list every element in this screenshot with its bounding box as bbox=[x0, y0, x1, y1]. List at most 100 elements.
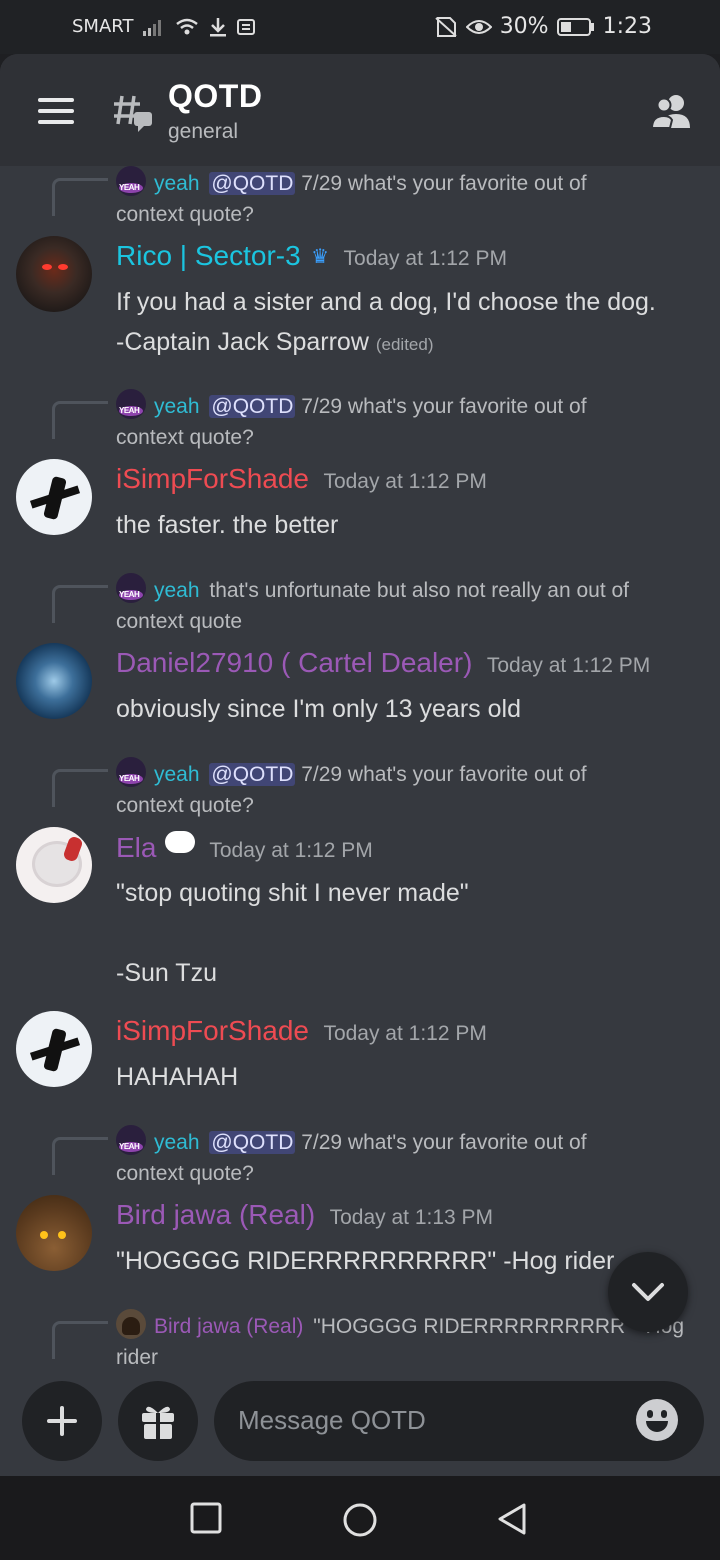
hamburger-icon[interactable] bbox=[38, 98, 74, 124]
message-header: iSimpForShade Today at 1:12 PM bbox=[116, 463, 487, 495]
add-attachment-button[interactable] bbox=[22, 1381, 102, 1461]
timestamp: Today at 1:12 PM bbox=[209, 839, 373, 862]
message-line: HAHAHAH bbox=[116, 1063, 239, 1091]
reply-author: yeah bbox=[154, 395, 200, 418]
username[interactable]: Daniel27910 ( Cartel Dealer) bbox=[116, 647, 472, 678]
back-icon[interactable] bbox=[496, 1502, 528, 1536]
emoji-icon[interactable] bbox=[636, 1399, 678, 1441]
plus-icon bbox=[47, 1406, 77, 1436]
battery-percent: 30% bbox=[499, 14, 549, 39]
message-line: If you had a sister and a dog, I'd choos… bbox=[116, 288, 656, 316]
avatar[interactable] bbox=[16, 459, 92, 535]
reply-avatar bbox=[116, 1309, 146, 1339]
reply-preview[interactable]: yeah @QOTD 7/29 what's your favorite out… bbox=[116, 166, 706, 230]
username[interactable]: Ela bbox=[116, 832, 156, 863]
gift-icon bbox=[142, 1406, 174, 1439]
status-left: SMART bbox=[72, 16, 256, 37]
message-composer: Message QOTD bbox=[0, 1376, 720, 1476]
thought-bubble-icon bbox=[164, 831, 195, 853]
carrier-label: SMART bbox=[72, 16, 134, 37]
avatar[interactable] bbox=[16, 643, 92, 719]
message-header: iSimpForShade Today at 1:12 PM bbox=[116, 1015, 487, 1047]
reply-text-cont: context quote? bbox=[116, 203, 254, 226]
reply-author: yeah bbox=[154, 172, 200, 195]
message-line: -Captain Jack Sparrow (edited) bbox=[116, 328, 434, 356]
app-window: QOTD general yeah @QOTD 7/29 what's your… bbox=[0, 54, 720, 1476]
message-content: "HOGGGG RIDERRRRRRRRRR" -Hog rider bbox=[116, 1241, 696, 1281]
battery-icon bbox=[556, 17, 594, 36]
reply-text-cont: context quote? bbox=[116, 794, 254, 817]
username[interactable]: iSimpForShade bbox=[116, 1015, 309, 1046]
reply-avatar bbox=[116, 166, 146, 196]
timestamp: Today at 1:12 PM bbox=[323, 1022, 487, 1045]
status-bar: SMART 30% 1:23 bbox=[0, 0, 720, 54]
channel-header: QOTD general bbox=[0, 54, 720, 166]
message-content: obviously since I'm only 13 years old bbox=[116, 689, 696, 729]
reply-text: 7/29 what's your favorite out of bbox=[301, 172, 587, 195]
username[interactable]: iSimpForShade bbox=[116, 463, 309, 494]
recent-apps-icon[interactable] bbox=[190, 1502, 222, 1534]
reply-avatar bbox=[116, 389, 146, 419]
system-nav-bar bbox=[0, 1476, 720, 1560]
wifi-icon bbox=[176, 18, 199, 34]
no-sim-icon bbox=[435, 16, 457, 37]
message-header: Ela Today at 1:12 PM bbox=[116, 831, 373, 864]
reply-author: Bird jawa (Real) bbox=[154, 1315, 304, 1338]
avatar[interactable] bbox=[16, 1195, 92, 1271]
crown-badge-icon: ♛ bbox=[311, 246, 330, 268]
channel-title: QOTD bbox=[168, 78, 263, 114]
reply-connector bbox=[52, 769, 108, 807]
reply-text-cont: context quote? bbox=[116, 1162, 254, 1185]
thread-icon bbox=[114, 95, 152, 132]
download-icon bbox=[210, 17, 227, 36]
channel-subtitle: general bbox=[168, 120, 239, 143]
reply-author: yeah bbox=[154, 763, 200, 786]
home-icon[interactable] bbox=[342, 1502, 378, 1538]
status-right: 30% 1:23 bbox=[434, 14, 652, 39]
reply-avatar bbox=[116, 757, 146, 787]
message-input[interactable]: Message QOTD bbox=[214, 1381, 704, 1461]
reply-preview[interactable]: yeah @QOTD 7/29 what's your favorite out… bbox=[116, 389, 706, 453]
gift-button[interactable] bbox=[118, 1381, 198, 1461]
reply-mention: @QOTD bbox=[209, 395, 296, 418]
message-line: the faster. the better bbox=[116, 511, 339, 539]
username[interactable]: Bird jawa (Real) bbox=[116, 1199, 315, 1230]
edited-label: (edited) bbox=[375, 335, 434, 354]
signal-icon bbox=[143, 19, 162, 36]
reply-preview[interactable]: yeah @QOTD 7/29 what's your favorite out… bbox=[116, 757, 706, 821]
reply-preview[interactable]: yeah @QOTD 7/29 what's your favorite out… bbox=[116, 1125, 706, 1189]
reply-preview[interactable]: yeah that's unfortunate but also not rea… bbox=[116, 573, 706, 637]
reply-connector bbox=[52, 585, 108, 623]
reply-text: that's unfortunate but also not really a… bbox=[209, 579, 630, 602]
notification-icon bbox=[237, 18, 256, 35]
avatar[interactable] bbox=[16, 1011, 92, 1087]
message-header: Daniel27910 ( Cartel Dealer) Today at 1:… bbox=[116, 647, 650, 679]
message-line: "HOGGGG RIDERRRRRRRRRR" -Hog rider bbox=[116, 1247, 615, 1275]
reply-mention: @QOTD bbox=[209, 172, 296, 195]
reply-text: 7/29 what's your favorite out of bbox=[301, 395, 587, 418]
reply-connector bbox=[52, 178, 108, 216]
avatar[interactable] bbox=[16, 236, 92, 312]
message-content: the faster. the better bbox=[116, 505, 696, 545]
username[interactable]: Rico | Sector-3 bbox=[116, 240, 301, 271]
message-line: obviously since I'm only 13 years old bbox=[116, 695, 521, 723]
message-content: HAHAHAH bbox=[116, 1057, 696, 1097]
clock: 1:23 bbox=[602, 14, 652, 39]
reply-mention: @QOTD bbox=[209, 1131, 296, 1154]
message-line bbox=[116, 913, 696, 953]
reply-text-cont: context quote bbox=[116, 610, 243, 633]
eye-icon bbox=[465, 19, 492, 34]
message-header: Rico | Sector-3 ♛ Today at 1:12 PM bbox=[116, 240, 507, 272]
reply-avatar bbox=[116, 573, 146, 603]
message-list[interactable]: yeah @QOTD 7/29 what's your favorite out… bbox=[0, 166, 720, 1376]
reply-text-cont: context quote? bbox=[116, 426, 254, 449]
avatar[interactable] bbox=[16, 827, 92, 903]
message-content: "stop quoting shit I never made" -Sun Tz… bbox=[116, 873, 696, 993]
members-icon[interactable] bbox=[650, 92, 694, 132]
jump-to-bottom-button[interactable] bbox=[608, 1252, 688, 1332]
timestamp: Today at 1:12 PM bbox=[323, 470, 487, 493]
reply-author: yeah bbox=[154, 1131, 200, 1154]
message-header: Bird jawa (Real) Today at 1:13 PM bbox=[116, 1199, 493, 1231]
chevron-down-icon bbox=[632, 1283, 664, 1301]
reply-connector bbox=[52, 1321, 108, 1359]
